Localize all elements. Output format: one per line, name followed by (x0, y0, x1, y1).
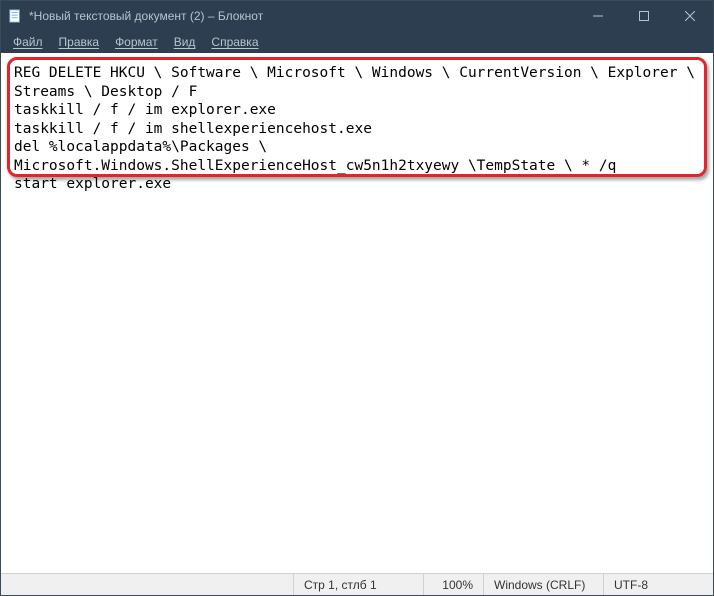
menu-file[interactable]: Файл (5, 33, 51, 51)
status-spacer (1, 574, 293, 595)
titlebar: *Новый текстовый документ (2) – Блокнот (1, 1, 713, 31)
menu-view[interactable]: Вид (166, 33, 204, 51)
status-encoding: UTF-8 (603, 574, 713, 595)
text-editor[interactable] (4, 56, 710, 570)
menu-help[interactable]: Справка (203, 33, 266, 51)
notepad-icon (7, 8, 23, 24)
minimize-button[interactable] (575, 1, 621, 31)
notepad-window: *Новый текстовый документ (2) – Блокнот … (0, 0, 714, 596)
statusbar: Стр 1, стлб 1 100% Windows (CRLF) UTF-8 (1, 573, 713, 595)
menubar: Файл Правка Формат Вид Справка (1, 31, 713, 53)
maximize-button[interactable] (621, 1, 667, 31)
status-cursor-position: Стр 1, стлб 1 (293, 574, 423, 595)
status-line-ending: Windows (CRLF) (483, 574, 603, 595)
close-button[interactable] (667, 1, 713, 31)
window-controls (575, 1, 713, 31)
editor-area (1, 53, 713, 573)
menu-format[interactable]: Формат (107, 33, 166, 51)
status-zoom: 100% (423, 574, 483, 595)
window-title: *Новый текстовый документ (2) – Блокнот (29, 9, 575, 23)
menu-edit[interactable]: Правка (51, 33, 108, 51)
